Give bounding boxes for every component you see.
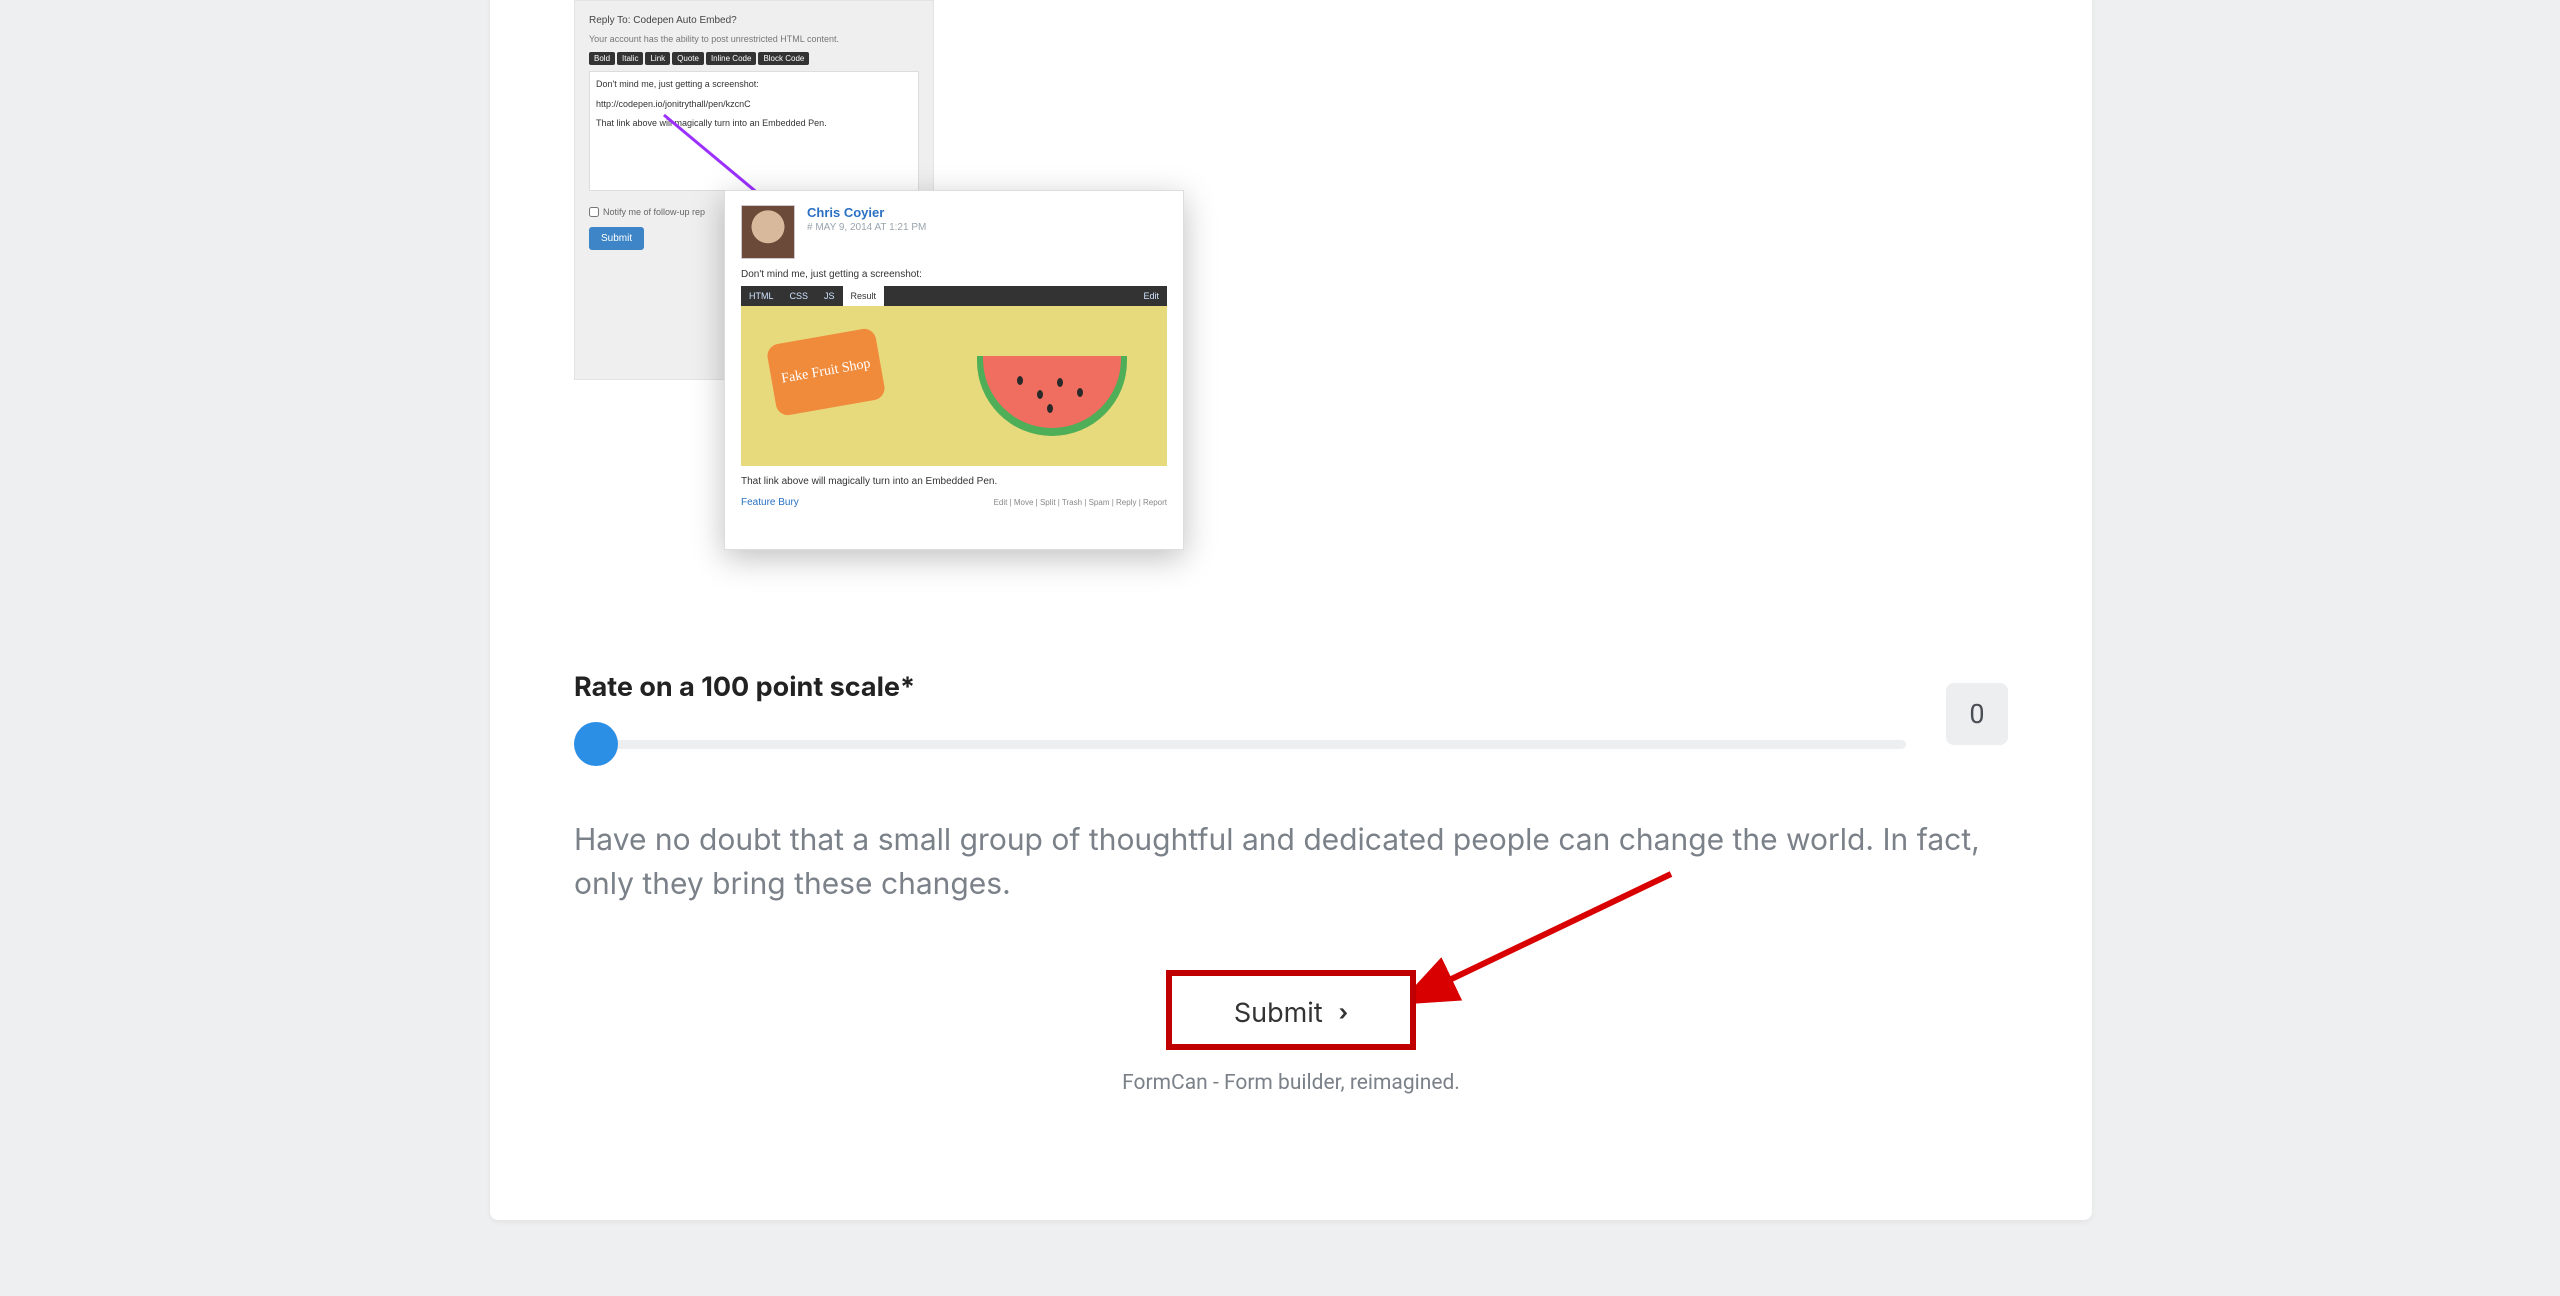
quote-text: Have no doubt that a small group of thou… [574,819,2008,906]
tab-css: CSS [782,286,817,306]
watermelon-icon [977,356,1127,442]
reply-title: Reply To: Codepen Auto Embed? [589,15,919,26]
submit-label: Submit [1234,996,1323,1029]
footer-text: FormCan - Form builder, reimagined. [1122,1071,1460,1095]
tab-js: JS [816,286,843,306]
toolbar-inline-code: Inline Code [706,52,756,65]
chevron-right-icon: › [1339,1000,1349,1026]
slider-thumb[interactable] [574,722,618,766]
form-card: Reply To: Codepen Auto Embed? Your accou… [490,0,2092,1220]
editor-box: Don't mind me, just getting a screenshot… [589,71,919,191]
pen-preview: Fake Fruit Shop [741,306,1167,466]
illustration: Reply To: Codepen Auto Embed? Your accou… [574,0,1214,580]
rate-slider[interactable] [574,729,1906,759]
toolbar-bold: Bold [589,52,615,65]
tab-edit: Edit [1135,286,1167,306]
notify-label: Notify me of follow-up rep [603,207,705,217]
toolbar-link: Link [645,52,670,65]
mod-links: Edit | Move | Split | Trash | Spam | Rep… [741,498,1167,507]
comment-meta: # MAY 9, 2014 AT 1:21 PM [807,222,926,233]
comment-tail: That link above will magically turn into… [741,476,1167,487]
rate-label: Rate on a 100 point scale* [574,670,2008,703]
comment-body: Don't mind me, just getting a screenshot… [741,269,1167,280]
notify-input [589,207,599,217]
tab-html: HTML [741,286,782,306]
pen-tabs: HTML CSS JS Result Edit [741,286,1167,306]
submit-button[interactable]: Submit › [1188,974,1394,1051]
small-submit-button: Submit [589,227,644,250]
slider-track [574,740,1906,749]
tab-result: Result [843,286,885,306]
avatar [741,205,795,259]
comment-author: Chris Coyier [807,205,926,220]
rate-value: 0 [1946,683,2008,745]
toolbar-block-code: Block Code [758,52,809,65]
price-tag: Fake Fruit Shop [766,327,887,417]
editor-line: http://codepen.io/jonitrythall/pen/kzcnC [596,98,912,112]
editor-line: Don't mind me, just getting a screenshot… [596,78,912,92]
toolbar-quote: Quote [672,52,704,65]
toolbar-italic: Italic [617,52,643,65]
comment-card: Chris Coyier # MAY 9, 2014 AT 1:21 PM Do… [724,190,1184,550]
account-note: Your account has the ability to post unr… [589,34,919,44]
editor-line: That link above will magically turn into… [596,117,912,131]
format-toolbar: Bold Italic Link Quote Inline Code Block… [589,52,919,65]
feature-link: Feature Bury [741,497,799,508]
